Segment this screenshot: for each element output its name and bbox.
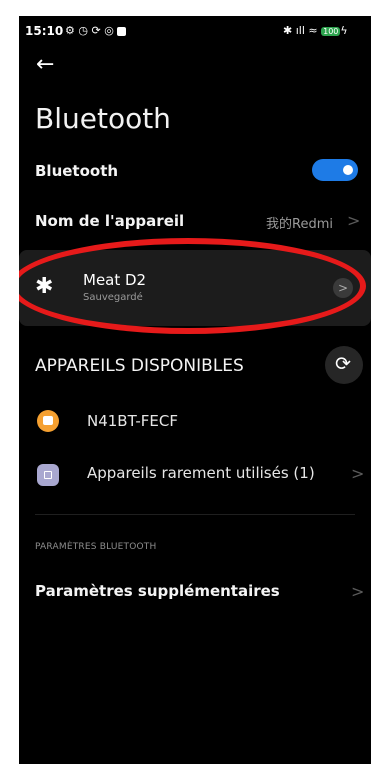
alarm-icon: ⚙ (65, 24, 75, 37)
extra-settings-item[interactable]: Paramètres supplémentaires (35, 582, 280, 600)
toggle-knob (343, 165, 353, 175)
bluetooth-icon: ✱ (283, 24, 293, 37)
refresh-icon[interactable]: ⟳ (335, 353, 351, 375)
wifi-icon: ≈ (308, 24, 318, 37)
available-device-name[interactable]: N41BT-FECF (87, 412, 178, 430)
signal-icon: ıll (295, 24, 305, 37)
charging-icon: ϟ (340, 24, 348, 37)
nfc-icon: ◎ (104, 24, 114, 37)
status-time: 15:10 (25, 24, 64, 38)
highlight-ellipse (19, 238, 366, 334)
battery-level: 100 (323, 27, 339, 36)
rarely-used-devices[interactable]: Appareils rarement utilisés (1) (87, 464, 315, 482)
notification-icon (117, 26, 127, 36)
bluetooth-toggle[interactable] (312, 159, 358, 181)
sync-icon: ⟳ (91, 24, 101, 37)
status-left-icons: ⚙ ◷ ⟳ ◎ (65, 24, 127, 37)
back-arrow-icon[interactable]: ← (36, 52, 54, 77)
available-devices-header: APPAREILS DISPONIBLES (35, 356, 244, 376)
device-name-chevron-icon[interactable]: > (347, 211, 360, 230)
rarely-used-chevron-icon[interactable]: > (351, 464, 364, 483)
divider (35, 514, 355, 515)
phone-screen: 15:10 ⚙ ◷ ⟳ ◎ ✱ ıll ≈ 100 ϟ ← Bluetooth … (19, 16, 371, 764)
battery-icon: 100 (321, 27, 341, 36)
device-icon (37, 464, 59, 486)
status-right-icons: ✱ ıll ≈ 100 ϟ (283, 24, 348, 37)
device-name-label[interactable]: Nom de l'appareil (35, 212, 184, 230)
device-name-value[interactable]: 我的Redmi (266, 213, 333, 232)
clock-icon: ◷ (78, 24, 88, 37)
printer-icon (37, 410, 59, 432)
page-title: Bluetooth (35, 102, 171, 135)
bluetooth-label: Bluetooth (35, 162, 119, 180)
bluetooth-settings-header: PARAMÈTRES BLUETOOTH (35, 542, 157, 552)
extra-settings-chevron-icon[interactable]: > (351, 582, 364, 601)
